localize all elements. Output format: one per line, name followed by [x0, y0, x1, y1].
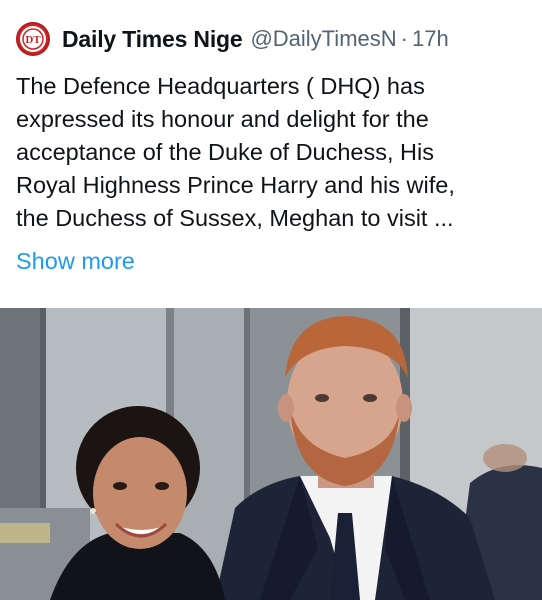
tweet-photo[interactable] [0, 308, 542, 600]
tweet-header: DT Daily Times Nige @DailyTimesN · 17h [16, 22, 449, 56]
author-handle[interactable]: @DailyTimesN [250, 26, 396, 52]
show-more-link[interactable]: Show more [16, 245, 135, 278]
header-separator: · [400, 26, 408, 51]
author-name[interactable]: Daily Times Nige [62, 26, 243, 53]
photo-image [0, 308, 542, 600]
tweet-card[interactable]: DT Daily Times Nige @DailyTimesN · 17h T… [0, 0, 542, 600]
tweet-timestamp[interactable]: 17h [412, 26, 449, 52]
daily-times-logo-icon: DT [20, 26, 46, 52]
tweet-text: The Defence Headquarters ( DHQ) has expr… [16, 73, 455, 231]
svg-text:DT: DT [25, 34, 41, 46]
avatar[interactable]: DT [16, 22, 50, 56]
